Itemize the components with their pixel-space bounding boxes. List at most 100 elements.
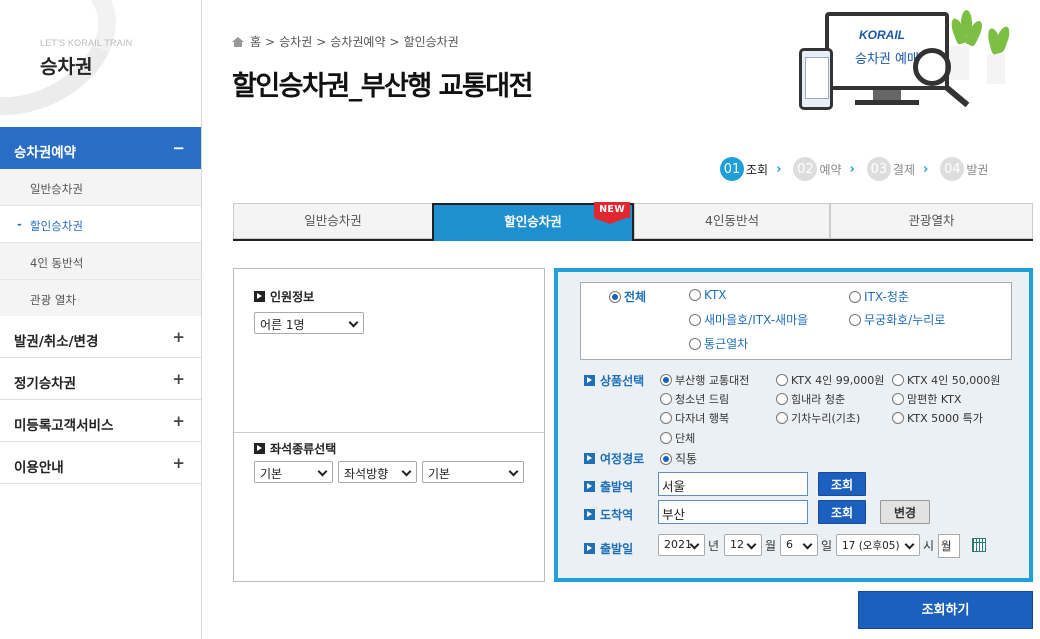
submenu-general-ticket[interactable]: 일반승차권 [0, 169, 201, 206]
product-cheer-youth-radio[interactable]: 힘내라 청춘 [776, 391, 845, 407]
select-value: 기본 [428, 467, 451, 481]
menu-guest-service[interactable]: 미등록고객서비스 + [0, 400, 201, 442]
radio-label: 다자녀 행복 [675, 412, 730, 425]
breadcrumb-reservation[interactable]: 승차권예약 [330, 33, 385, 50]
arrival-station-input[interactable]: 부산 [658, 500, 808, 524]
step-label: 조회 [746, 162, 769, 177]
train-type-ktx-radio[interactable]: KTX [689, 288, 727, 302]
expand-icon[interactable]: + [172, 454, 185, 472]
product-ktx-99000-radio[interactable]: KTX 4인 99,000원 [776, 372, 884, 388]
expand-icon[interactable]: + [172, 412, 185, 430]
chevron-down-icon [746, 539, 757, 550]
radio-label: 부산행 교통대전 [675, 374, 750, 387]
day-select[interactable]: 6 [780, 534, 818, 556]
arrow-box-icon [584, 543, 595, 554]
passenger-count-select[interactable]: 어른 1명 [254, 312, 364, 334]
departure-station-input[interactable]: 서울 [658, 472, 808, 496]
departure-search-button[interactable]: 조회 [818, 472, 866, 496]
year-select[interactable]: 2021 [658, 534, 705, 556]
train-type-all-radio[interactable]: 전체 [609, 288, 646, 305]
sidebar-brand: LET'S KORAIL TRAIN 승차권 [0, 0, 201, 126]
leaf-icon [992, 24, 1013, 54]
arrow-box-icon [584, 509, 595, 520]
plant-pot-icon [949, 46, 969, 80]
tab-tour-train[interactable]: 관광열차 [830, 203, 1033, 239]
product-multi-child-radio[interactable]: 다자녀 행복 [660, 410, 729, 426]
menu-ticket-reservation[interactable]: 승차권예약 − [0, 127, 201, 169]
section-label: 여정경로 [600, 452, 645, 466]
select-value: 좌석방향 [344, 467, 389, 481]
radio-dot [849, 290, 861, 303]
home-icon[interactable] [232, 36, 244, 47]
chevron-down-icon [508, 466, 519, 477]
train-type-saemaeul-radio[interactable]: 새마을호/ITX-새마을 [689, 311, 808, 328]
train-type-mugunghwa-radio[interactable]: 무궁화호/누리로 [849, 311, 945, 328]
product-youth-dream-radio[interactable]: 청소년 드림 [660, 391, 729, 407]
arrival-search-button[interactable]: 조회 [818, 500, 866, 524]
submenu-discount-ticket[interactable]: - 할인승차권 [0, 206, 201, 243]
submenu-label: 일반승차권 [30, 182, 83, 196]
reservation-steps: 01 조회 › 02 예약 › 03 결제 › 04 발권 [720, 157, 988, 181]
submenu-tour-train[interactable]: 관광 열차 [0, 280, 201, 317]
tab-discount-ticket[interactable]: 할인승차권 NEW [432, 202, 634, 241]
arrow-box-icon [584, 481, 595, 492]
hour-select[interactable]: 17 (오후05) [836, 534, 920, 556]
arrow-box-icon [584, 453, 595, 464]
product-ktx-5000-radio[interactable]: KTX 5000 특가 [892, 410, 983, 426]
collapse-icon[interactable]: − [172, 139, 185, 157]
magnifier-handle [944, 84, 970, 108]
product-select-heading: 상품선택 [584, 372, 644, 389]
radio-dot [689, 289, 701, 301]
breadcrumb-separator: > [316, 34, 327, 49]
header-illustration: KORAIL 승차권 예매 [795, 4, 1025, 114]
expand-icon[interactable]: + [172, 370, 185, 388]
arrow-box-icon [584, 375, 595, 386]
radio-dot [689, 337, 701, 350]
route-direct-radio[interactable]: 직통 [660, 450, 697, 467]
step-search: 01 조회 [720, 157, 768, 181]
breadcrumb-separator: > [265, 34, 276, 49]
chevron-down-icon [802, 539, 813, 550]
train-type-itx-cheongchun-radio[interactable]: ITX-청춘 [849, 288, 909, 305]
route-heading: 여정경로 [584, 450, 644, 467]
menu-issue-cancel[interactable]: 발권/취소/변경 + [0, 316, 201, 358]
menu-season-ticket[interactable]: 정기승차권 + [0, 358, 201, 400]
seat-position-select[interactable]: 기본 [422, 461, 524, 483]
expand-icon[interactable]: + [172, 328, 185, 346]
product-group-radio[interactable]: 단체 [660, 430, 695, 446]
submenu-family-seat[interactable]: 4인 동반석 [0, 243, 201, 280]
product-gichanuri-radio[interactable]: 기차누리(기초) [776, 410, 860, 426]
train-type-commuter-radio[interactable]: 통근열차 [689, 335, 748, 352]
arrow-box-icon [254, 443, 265, 454]
radio-dot [892, 374, 904, 386]
radio-label: KTX 4인 99,000원 [791, 374, 885, 387]
radio-dot [776, 412, 788, 424]
section-label: 인원정보 [270, 290, 315, 304]
seat-direction-select[interactable]: 좌석방향 [338, 461, 417, 483]
swap-stations-button[interactable]: 변경 [880, 500, 930, 524]
tab-family-seat[interactable]: 4인동반석 [634, 203, 830, 239]
chevron-right-icon: › [849, 161, 855, 177]
step-label: 결제 [892, 162, 915, 177]
breadcrumb-home[interactable]: 홈 [250, 33, 261, 50]
select-value: 기본 [260, 467, 283, 481]
select-value: 어른 1명 [260, 318, 305, 332]
search-submit-button[interactable]: 조회하기 [858, 591, 1033, 629]
breadcrumb-ticket[interactable]: 승차권 [279, 33, 312, 50]
menu-guide[interactable]: 이용안내 + [0, 442, 201, 484]
chevron-down-icon [904, 539, 915, 550]
section-label: 좌석종류선택 [270, 442, 337, 456]
product-busan-radio[interactable]: 부산행 교통대전 [660, 372, 749, 388]
month-select[interactable]: 12 [724, 534, 762, 556]
tab-general-ticket[interactable]: 일반승차권 [233, 203, 433, 239]
calendar-icon[interactable] [972, 538, 986, 552]
radio-dot [660, 412, 672, 424]
hour-unit: 시 [923, 539, 935, 553]
product-ktx-50000-radio[interactable]: KTX 4인 50,000원 [892, 372, 1000, 388]
seat-class-select[interactable]: 기본 [254, 461, 333, 483]
panel-divider [234, 432, 544, 433]
menu-label: 승차권예약 [14, 145, 77, 161]
product-comfort-ktx-radio[interactable]: 맘편한 KTX [892, 391, 961, 407]
radio-label: 기차누리(기초) [791, 412, 861, 425]
ticket-type-tabs: 일반승차권 할인승차권 NEW 4인동반석 관광열차 [233, 202, 1033, 241]
